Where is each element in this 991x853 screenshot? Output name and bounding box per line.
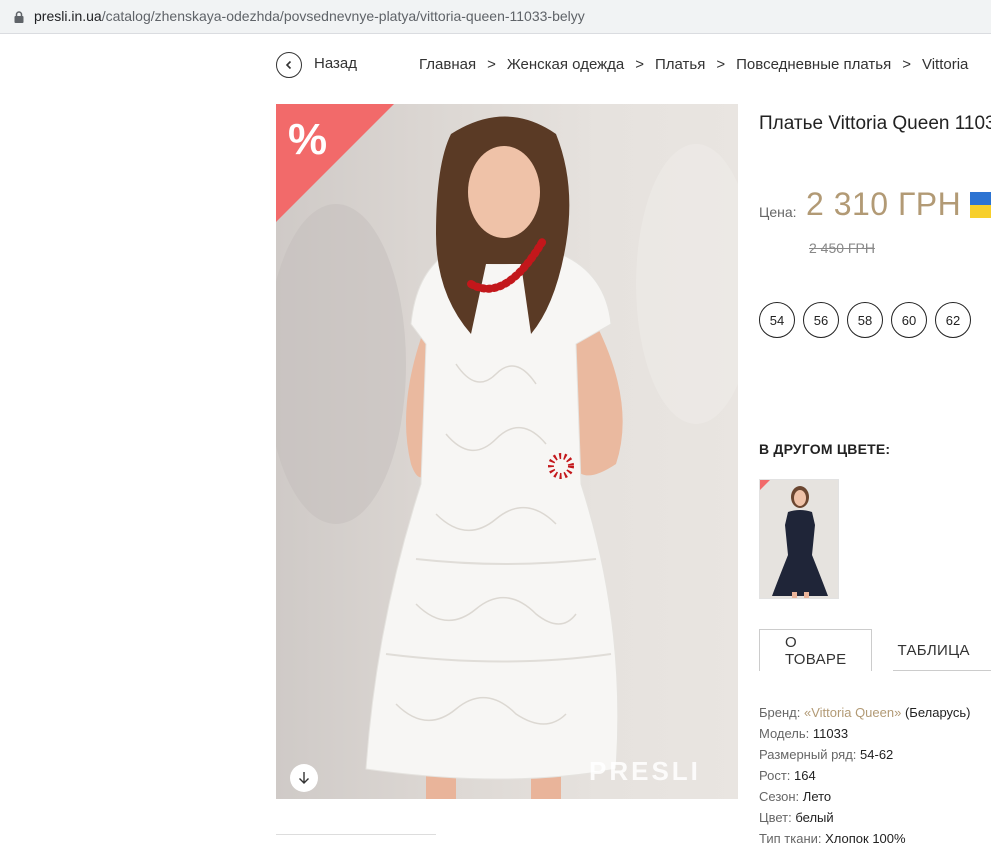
spec-key: Цвет: [759,810,792,825]
spec-key: Размерный ряд: [759,747,857,762]
divider [276,834,436,835]
spec-key: Бренд: [759,705,801,720]
spec-key: Модель: [759,726,810,741]
size-option[interactable]: 60 [891,302,927,338]
scroll-down-button[interactable] [290,764,318,792]
product-price: 2 310 ГРН [806,186,962,222]
product-title: Платье Vittoria Queen 1103 [759,113,991,134]
thumbnail-photo [760,480,828,598]
tabs-underline [893,670,991,671]
size-selector: 54 56 58 60 62 [759,302,971,338]
breadcrumb-separator: > [487,56,496,73]
breadcrumb-separator: > [635,56,645,73]
spec-key: Сезон: [759,789,800,804]
spec-key: Тип ткани: [759,831,822,846]
breadcrumb: Главная > Женская одежда > Платья > Повседневн… [419,56,968,73]
tab-size-table[interactable]: ТАБЛИЦА [872,629,991,671]
size-option[interactable]: 54 [759,302,795,338]
spec-brand: Бренд: «Vittoria Queen» (Беларусь) [759,702,970,723]
url-text[interactable]: presli.in.ua/catalog/zhenskaya-odezhda/p… [34,8,585,24]
size-option[interactable]: 58 [847,302,883,338]
product-image[interactable]: % PRESLI [276,104,738,799]
breadcrumb-dresses[interactable]: Платья [655,56,705,73]
spec-size-range: Размерный ряд: 54-62 [759,744,970,765]
spec-value: 11033 [812,726,849,741]
product-tabs: О ТОВАРЕ ТАБЛИЦА [759,629,991,671]
back-button[interactable] [276,52,302,78]
spec-season: Сезон: Лето [759,786,970,807]
breadcrumb-womens-clothing[interactable]: Женская одежда [507,56,624,73]
spec-height: Рост: 164 [759,765,970,786]
percent-icon: % [288,115,328,164]
url-host: presli.in.ua [34,8,102,24]
size-option[interactable]: 56 [803,302,839,338]
old-price: 2 450 ГРН [809,240,875,256]
breadcrumb-home[interactable]: Главная [419,56,476,73]
url-path: /catalog/zhenskaya-odezhda/povsednevnye-… [101,8,585,24]
spec-color: Цвет: белый [759,807,970,828]
spec-value: Хлопок 100% [825,831,906,846]
spec-value: 54-62 [860,747,894,762]
ukraine-flag-icon [970,192,991,218]
spec-fabric: Тип ткани: Хлопок 100% [759,828,970,849]
chevron-left-icon [285,60,292,70]
breadcrumb-separator: > [902,56,911,73]
size-option[interactable]: 62 [935,302,971,338]
other-color-heading: В ДРУГОМ ЦВЕТЕ: [759,441,891,457]
arrow-down-icon [299,772,309,784]
brand-link[interactable]: «Vittoria Queen» [804,705,901,720]
browser-address-bar[interactable]: presli.in.ua/catalog/zhenskaya-odezhda/p… [0,0,991,34]
spec-value: Лето [802,789,832,804]
spec-value: (Беларусь) [904,705,971,720]
breadcrumb-brand[interactable]: Vittoria [922,56,968,73]
lock-icon [14,11,24,23]
spec-value: 164 [794,768,816,783]
other-color-thumbnail[interactable] [759,479,839,599]
breadcrumb-casual-dresses[interactable]: Повседневные платья [736,56,891,73]
price-label: Цена: [759,204,797,220]
spec-value: белый [795,810,834,825]
product-specs: Бренд: «Vittoria Queen» (Беларусь) Модел… [759,702,970,849]
tab-about[interactable]: О ТОВАРЕ [759,629,873,671]
breadcrumb-separator: > [716,56,726,73]
back-label[interactable]: Назад [314,55,357,72]
spec-model: Модель: 11033 [759,723,970,744]
watermark: PRESLI [589,756,701,786]
spec-key: Рост: [759,768,791,783]
